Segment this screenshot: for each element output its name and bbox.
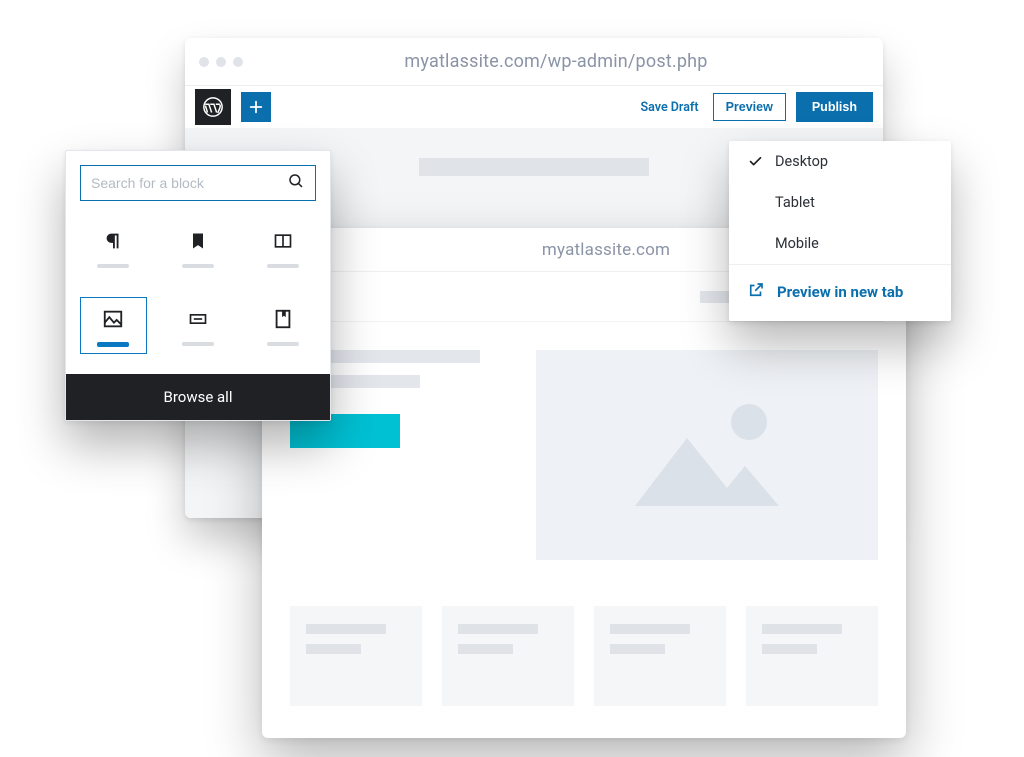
cards-row — [284, 596, 884, 706]
save-draft-button[interactable]: Save Draft — [637, 94, 703, 121]
add-block-button[interactable] — [241, 92, 271, 122]
block-label-placeholder — [267, 264, 299, 268]
search-icon — [287, 172, 305, 194]
wordpress-logo-icon[interactable] — [195, 89, 231, 125]
block-option[interactable] — [165, 219, 232, 275]
address-bar: myatlassite.com/wp-admin/post.php — [243, 51, 869, 72]
browse-all-button[interactable]: Browse all — [66, 374, 330, 420]
bookmark-icon — [185, 228, 211, 254]
block-option[interactable] — [165, 297, 232, 354]
preview-option-label: Mobile — [775, 235, 819, 252]
card-placeholder — [594, 606, 726, 706]
publish-button[interactable]: Publish — [796, 92, 873, 122]
block-option[interactable] — [249, 219, 316, 275]
block-option[interactable] — [249, 297, 316, 354]
title-placeholder — [419, 158, 649, 176]
block-label-placeholder — [97, 264, 129, 268]
columns-icon — [270, 228, 296, 254]
search-input[interactable] — [91, 175, 279, 191]
paragraph-icon — [100, 228, 126, 254]
block-label-placeholder — [182, 264, 214, 268]
block-label-placeholder — [182, 342, 214, 346]
book-icon — [270, 306, 296, 332]
preview-option-label: Desktop — [775, 153, 828, 170]
preview-option[interactable]: Tablet — [729, 182, 951, 223]
preview-new-tab-button[interactable]: Preview in new tab — [729, 265, 951, 321]
card-placeholder — [290, 606, 422, 706]
hero-image-placeholder — [536, 350, 878, 560]
editor-toolbar: Save Draft Preview Publish — [185, 86, 883, 128]
image-icon — [100, 306, 126, 332]
preview-menu: Desktop Tablet Mobile Preview in new tab — [729, 141, 951, 321]
site-body — [262, 272, 906, 706]
window-controls — [199, 57, 243, 67]
browser-chrome: myatlassite.com/wp-admin/post.php — [185, 38, 883, 86]
preview-button[interactable]: Preview — [713, 93, 786, 121]
image-icon — [617, 388, 797, 522]
external-link-icon — [747, 281, 765, 303]
card-placeholder — [442, 606, 574, 706]
preview-option-label: Tablet — [775, 194, 815, 211]
block-option[interactable] — [80, 219, 147, 275]
block-inserter-panel: Browse all — [65, 150, 331, 421]
preview-option[interactable]: Mobile — [729, 223, 951, 264]
block-search-field[interactable] — [80, 165, 316, 201]
preview-option[interactable]: Desktop — [729, 141, 951, 182]
separator-icon — [185, 306, 211, 332]
card-placeholder — [746, 606, 878, 706]
block-label-placeholder — [267, 342, 299, 346]
preview-new-tab-label: Preview in new tab — [777, 283, 903, 301]
block-label-placeholder — [97, 342, 129, 347]
hero-section — [284, 322, 884, 596]
check-icon — [747, 154, 763, 169]
block-option[interactable] — [80, 297, 147, 354]
